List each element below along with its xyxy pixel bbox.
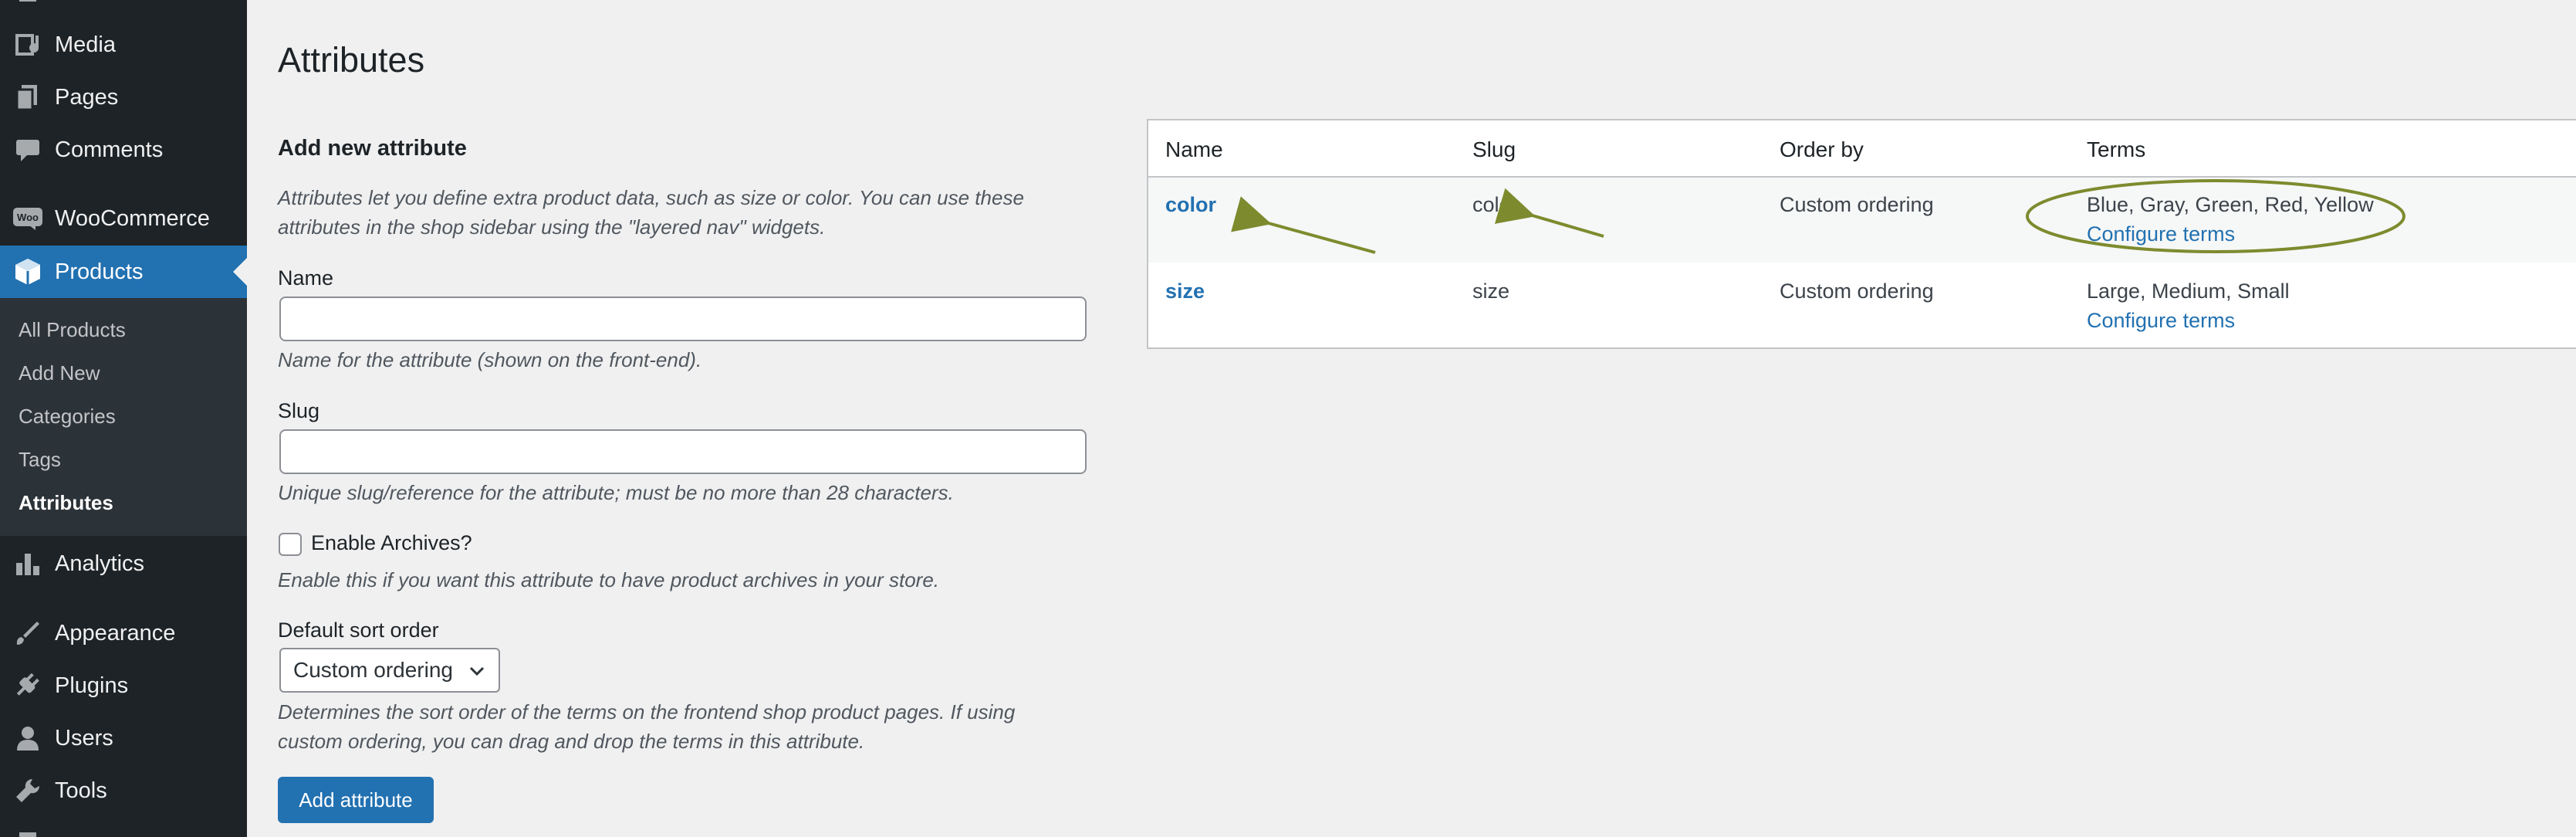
attribute-order-by: Custom ordering <box>1780 280 1934 303</box>
slug-help: Unique slug/reference for the attribute;… <box>278 481 954 504</box>
posts-icon <box>12 0 43 17</box>
attribute-name-link[interactable]: size <box>1165 280 1205 303</box>
sort-order-help: Determines the sort order of the terms o… <box>278 697 1096 756</box>
sidebar-item-tools[interactable]: Tools <box>0 764 247 817</box>
sort-help-line: Determines the sort order of the terms o… <box>278 700 1016 723</box>
pages-icon <box>12 82 43 113</box>
sidebar-item-label: Plugins <box>55 673 129 698</box>
submenu-attributes[interactable]: Attributes <box>19 491 113 515</box>
sidebar-item-analytics[interactable]: Analytics <box>0 537 247 590</box>
archives-help: Enable this if you want this attribute t… <box>278 568 940 591</box>
add-attribute-button[interactable]: Add attribute <box>278 777 434 823</box>
attribute-name-link[interactable]: color <box>1165 193 1216 217</box>
submenu-categories[interactable]: Categories <box>19 405 116 429</box>
sidebar-item-label: Appearance <box>55 620 176 646</box>
attribute-terms: Blue, Gray, Green, Red, Yellow <box>2087 193 2374 216</box>
media-icon <box>12 29 43 60</box>
sidebar-item-appearance[interactable]: Appearance <box>0 607 247 659</box>
table-row: size size Custom ordering Large, Medium,… <box>1148 264 2576 349</box>
sort-order-label: Default sort order <box>278 618 439 642</box>
sort-help-line: custom ordering, you can drag and drop t… <box>278 730 865 753</box>
page-title: Attributes <box>278 40 425 80</box>
chevron-down-icon <box>466 660 488 687</box>
submenu-tags[interactable]: Tags <box>19 448 61 472</box>
configure-terms-link[interactable]: Configure terms <box>2087 222 2235 246</box>
sidebar-item-label: Media <box>55 32 116 57</box>
configure-terms-link[interactable]: Configure terms <box>2087 309 2235 333</box>
sidebar-item-label: Analytics <box>55 551 145 576</box>
form-intro-line: Attributes let you define extra product … <box>278 186 1024 209</box>
analytics-icon <box>12 548 43 579</box>
svg-text:Woo: Woo <box>17 212 39 223</box>
submenu-all-products[interactable]: All Products <box>19 318 126 342</box>
sidebar-item-label: Tools <box>55 778 107 803</box>
column-header-name[interactable]: Name <box>1165 137 1223 162</box>
form-intro: Attributes let you define extra product … <box>278 183 1096 242</box>
sidebar-item-plugins[interactable]: Plugins <box>0 659 247 712</box>
admin-sidebar: Media Pages Comments Woo WooCommerce Pro… <box>0 0 247 837</box>
sort-order-select[interactable]: Custom ordering <box>279 648 500 693</box>
slug-label: Slug <box>278 399 320 422</box>
tools-icon <box>12 775 43 806</box>
enable-archives-checkbox[interactable] <box>279 533 302 556</box>
column-header-slug[interactable]: Slug <box>1472 137 1516 162</box>
sidebar-item-comments[interactable]: Comments <box>0 124 247 176</box>
attribute-terms: Large, Medium, Small <box>2087 280 2290 303</box>
form-title: Add new attribute <box>278 136 467 161</box>
sidebar-item-label: Users <box>55 725 113 751</box>
settings-icon <box>12 820 43 837</box>
attribute-order-by: Custom ordering <box>1780 193 1934 216</box>
sidebar-item-pages[interactable]: Pages <box>0 71 247 124</box>
users-icon <box>12 723 43 754</box>
slug-input[interactable] <box>279 429 1087 474</box>
sidebar-item-posts[interactable] <box>0 0 247 12</box>
products-icon <box>12 256 43 287</box>
products-submenu: All Products Add New Categories Tags Att… <box>0 298 247 536</box>
attribute-slug: color <box>1472 193 1518 216</box>
submenu-add-new[interactable]: Add New <box>19 361 100 385</box>
name-input[interactable] <box>279 297 1087 341</box>
appearance-icon <box>12 618 43 649</box>
table-header: Name Slug Order by Terms <box>1148 120 2576 178</box>
woocommerce-icon: Woo <box>12 203 43 234</box>
table-row: color color Custom ordering Blue, Gray, … <box>1148 178 2576 263</box>
sidebar-item-label: Products <box>55 259 144 284</box>
form-intro-line: attributes in the shop sidebar using the… <box>278 215 826 239</box>
plugins-icon <box>12 670 43 701</box>
attributes-table: Name Slug Order by Terms color color Cus… <box>1147 119 2576 349</box>
sidebar-item-label: Pages <box>55 84 119 110</box>
column-header-order-by[interactable]: Order by <box>1780 137 1864 162</box>
sidebar-item-products[interactable]: Products <box>0 246 247 298</box>
comments-icon <box>12 134 43 165</box>
sort-order-value: Custom ordering <box>293 658 453 682</box>
sidebar-item-media[interactable]: Media <box>0 19 247 71</box>
name-help: Name for the attribute (shown on the fro… <box>278 348 702 371</box>
name-label: Name <box>278 266 334 290</box>
sidebar-item-label: Comments <box>55 137 164 162</box>
enable-archives-label[interactable]: Enable Archives? <box>311 531 472 555</box>
column-header-terms[interactable]: Terms <box>2087 137 2145 162</box>
sidebar-item-settings[interactable] <box>0 820 247 837</box>
attribute-slug: size <box>1472 280 1510 303</box>
sidebar-item-label: WooCommerce <box>55 205 210 231</box>
sidebar-item-users[interactable]: Users <box>0 712 247 764</box>
sidebar-item-woocommerce[interactable]: Woo WooCommerce <box>0 192 247 245</box>
